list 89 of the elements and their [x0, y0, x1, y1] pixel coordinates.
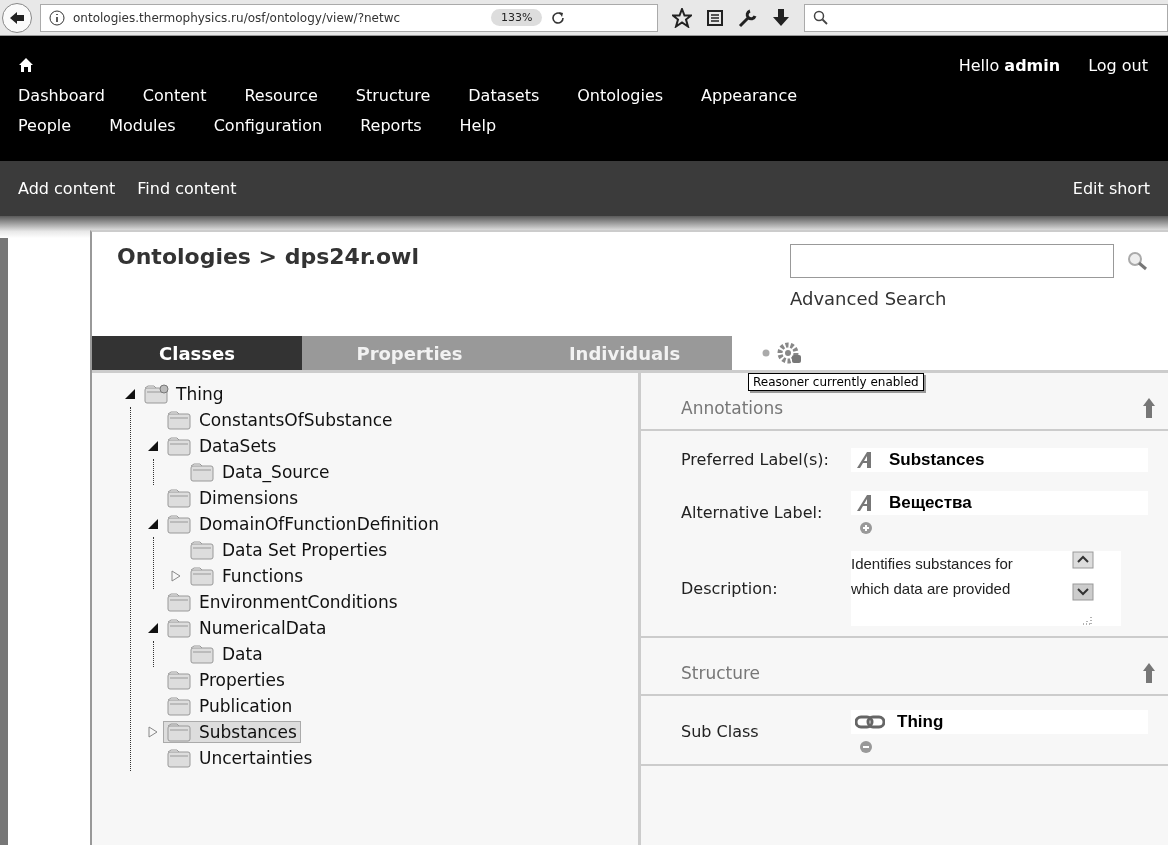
field-label: Sub Class	[681, 721, 760, 743]
advanced-search-link[interactable]: Advanced Search	[790, 288, 1168, 309]
field-label: Preferred Label(s):	[681, 449, 830, 471]
info-icon[interactable]	[49, 9, 65, 26]
folder-icon	[167, 592, 193, 612]
menu-link[interactable]: Reports	[360, 115, 422, 135]
expanded-triangle-icon[interactable]	[147, 622, 159, 634]
tree-item[interactable]: DataSets	[163, 435, 281, 457]
folder-gear-icon	[144, 384, 170, 404]
description-field[interactable]: Identifies substances for which data are provided	[851, 551, 1121, 626]
tree-item[interactable]: Uncertainties	[163, 747, 317, 769]
download-icon[interactable]	[772, 7, 790, 28]
collapse-arrow-icon[interactable]	[1142, 397, 1156, 419]
shortcut-link[interactable]: Find content	[137, 179, 237, 198]
collapsed-triangle-icon[interactable]	[170, 570, 182, 582]
tree-item[interactable]: Data Set Properties	[186, 539, 392, 561]
tree-item[interactable]: Dimensions	[163, 487, 303, 509]
folder-icon	[167, 722, 193, 742]
edit-shortcuts-link[interactable]: Edit short	[1072, 179, 1150, 198]
label-value: Substances	[851, 448, 1148, 472]
menu-link[interactable]: Configuration	[213, 115, 323, 135]
tab[interactable]: Classes	[92, 336, 302, 370]
tree-item[interactable]: Substances	[163, 721, 301, 743]
back-arrow-icon	[9, 10, 25, 25]
tree-item[interactable]: Data_Source	[186, 461, 334, 483]
gear-icon[interactable]	[776, 341, 802, 365]
reading-list-icon[interactable]	[706, 8, 724, 27]
search-icon[interactable]	[1126, 250, 1148, 272]
remove-icon[interactable]	[859, 740, 873, 754]
folder-icon	[167, 514, 193, 534]
tree-item[interactable]: Properties	[163, 669, 289, 691]
folder-icon	[167, 618, 193, 638]
superclass-value[interactable]: Thing	[851, 710, 1148, 734]
folder-icon	[167, 696, 193, 716]
field-label: Description:	[681, 577, 779, 600]
status-dot-icon	[762, 349, 770, 357]
home-icon[interactable]	[18, 57, 34, 73]
browser-search-field[interactable]	[804, 3, 1168, 32]
menu-link[interactable]: Content	[142, 85, 207, 105]
folder-icon	[190, 644, 216, 664]
breadcrumb-title: Ontologies > dps24r.owl	[117, 244, 419, 271]
folder-icon	[167, 748, 193, 768]
collapsed-triangle-icon[interactable]	[147, 726, 159, 738]
folder-icon	[167, 488, 193, 508]
search-field[interactable]	[790, 244, 1114, 278]
folder-icon	[190, 462, 216, 482]
tree-item[interactable]: Functions	[186, 565, 308, 587]
menu-link[interactable]: Ontologies	[577, 85, 664, 105]
logout-link[interactable]: Log out	[1088, 55, 1148, 75]
reasoner-tooltip: Reasoner currently enabled	[748, 373, 924, 391]
scrollbar-icon[interactable]	[1071, 551, 1095, 626]
menu-link[interactable]: Structure	[355, 85, 431, 105]
menu-link[interactable]: People	[18, 115, 72, 135]
back-button[interactable]	[2, 2, 32, 33]
tree-item[interactable]: ConstantsOfSubstance	[163, 409, 397, 431]
collapse-arrow-icon[interactable]	[1142, 662, 1156, 684]
menu-link[interactable]: Help	[459, 115, 497, 135]
folder-icon	[167, 410, 193, 430]
add-icon[interactable]	[859, 521, 873, 535]
tree-item[interactable]: Thing	[140, 383, 228, 405]
expanded-triangle-icon[interactable]	[124, 388, 136, 400]
folder-icon	[167, 436, 193, 456]
folder-icon	[190, 540, 216, 560]
tree-item[interactable]: NumericalData	[163, 617, 331, 639]
shortcut-link[interactable]: Add content	[18, 179, 116, 198]
expanded-triangle-icon[interactable]	[147, 440, 159, 452]
menu-link[interactable]: Dashboard	[18, 85, 105, 105]
greeting: Hello admin	[958, 55, 1061, 75]
field-label: Alternative Label:	[681, 502, 824, 524]
tree-item[interactable]: Publication	[163, 695, 297, 717]
tree-item[interactable]: Data	[186, 643, 267, 665]
tree-item[interactable]: DomainOfFunctionDefinition	[163, 513, 443, 535]
menu-link[interactable]: Resource	[244, 85, 318, 105]
expanded-triangle-icon[interactable]	[147, 518, 159, 530]
section-header[interactable]: Structure	[641, 638, 1168, 696]
star-icon[interactable]	[672, 7, 692, 28]
menu-link[interactable]: Datasets	[468, 85, 540, 105]
search-icon	[813, 9, 829, 26]
menu-link[interactable]: Appearance	[701, 85, 798, 105]
folder-icon	[190, 566, 216, 586]
label-value: Вещества	[851, 491, 1148, 515]
link-icon	[855, 715, 885, 729]
tree-item[interactable]: EnvironmentConditions	[163, 591, 402, 613]
wrench-icon[interactable]	[738, 7, 758, 28]
folder-icon	[167, 670, 193, 690]
zoom-badge[interactable]: 133%	[491, 9, 543, 26]
address-bar[interactable]: ontologies.thermophysics.ru/osf/ontology/view/?netwc 133%	[40, 3, 658, 32]
reload-icon[interactable]	[550, 9, 567, 26]
menu-link[interactable]: Modules	[109, 115, 176, 135]
